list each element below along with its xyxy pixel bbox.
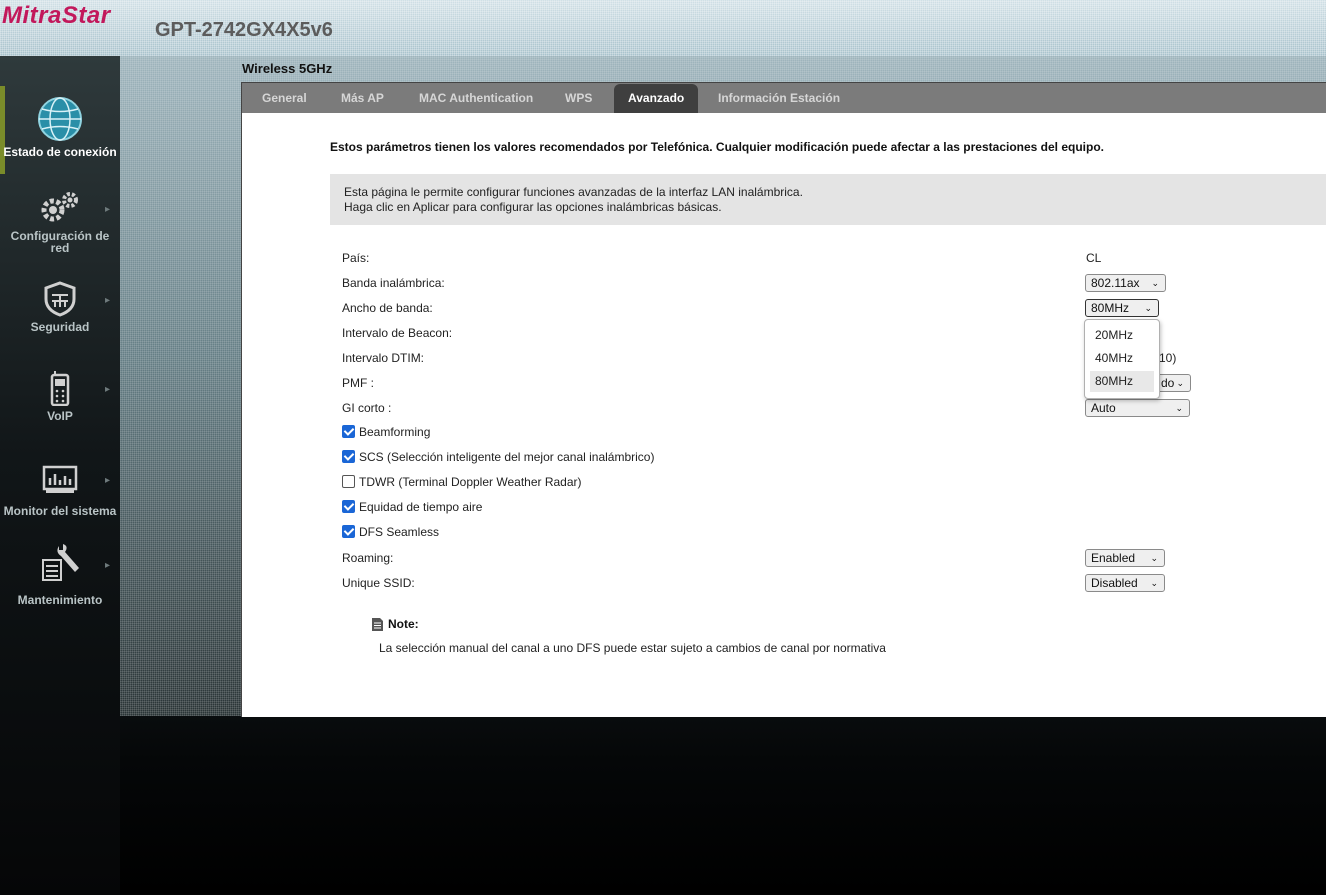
dropdown-option-20mhz[interactable]: 20MHz: [1090, 325, 1154, 346]
gi-select[interactable]: Auto ⌄: [1085, 399, 1190, 417]
scs-checkbox[interactable]: SCS (Selección inteligente del mejor can…: [342, 450, 654, 464]
dfs-seamless-checkbox[interactable]: DFS Seamless: [342, 525, 439, 539]
tab-wps[interactable]: WPS: [551, 83, 606, 114]
tab-mas-ap[interactable]: Más AP: [327, 83, 398, 114]
tab-informacion-estacion[interactable]: Información Estación: [704, 83, 854, 114]
note-icon: [372, 618, 383, 631]
dtim-range-fragment: 10): [1159, 351, 1177, 365]
page-title: Wireless 5GHz: [242, 61, 333, 76]
chevron-right-icon: ▸: [104, 560, 110, 571]
sidebar-item-label: Monitor del sistema: [3, 504, 117, 518]
monitor-icon: [42, 465, 78, 493]
sidebar-item-seguridad[interactable]: ▸ Seguridad: [0, 281, 120, 333]
roaming-select-value: Enabled: [1091, 551, 1136, 565]
chevron-down-icon: ⌄: [1150, 578, 1158, 588]
chevron-down-icon: ⌄: [1151, 278, 1159, 288]
banda-select[interactable]: 802.11ax ⌄: [1085, 274, 1166, 292]
ancho-select[interactable]: 80MHz ⌄: [1085, 299, 1159, 317]
banda-label: Banda inalámbrica:: [342, 276, 445, 290]
sidebar-item-label: Configuración de red: [10, 229, 110, 255]
ancho-select-value: 80MHz: [1091, 301, 1130, 315]
pais-label: País:: [342, 251, 370, 265]
ancho-dropdown-menu: 20MHz 40MHz 80MHz: [1084, 319, 1160, 399]
info-line: Esta página le permite configurar funcio…: [344, 185, 803, 199]
checkbox-label: Equidad de tiempo aire: [359, 500, 483, 514]
note-text: La selección manual del canal a uno DFS …: [379, 641, 886, 655]
chevron-down-icon: ⌄: [1144, 303, 1152, 313]
dropdown-option-40mhz[interactable]: 40MHz: [1090, 348, 1154, 369]
chevron-right-icon: ▸: [104, 384, 110, 395]
unique-ssid-select[interactable]: Disabled ⌄: [1085, 574, 1165, 592]
checkbox-label: SCS (Selección inteligente del mejor can…: [359, 450, 655, 464]
info-box: Esta página le permite configurar funcio…: [330, 174, 1326, 225]
gi-label: GI corto :: [342, 401, 392, 415]
wrench-icon: [42, 544, 79, 581]
chevron-down-icon: ⌄: [1176, 378, 1184, 388]
globe-icon: [38, 97, 82, 141]
chevron-right-icon: ▸: [104, 295, 110, 306]
brand-logo: MitraStar: [2, 2, 111, 29]
device-model: GPT-2742GX4X5v6: [155, 19, 333, 41]
pmf-select-value-fragment: do: [1161, 376, 1175, 390]
shield-icon: [44, 281, 76, 317]
beacon-label: Intervalo de Beacon:: [342, 326, 453, 340]
checkbox-unchecked[interactable]: [342, 475, 355, 488]
gi-select-value: Auto: [1091, 401, 1116, 415]
checkbox-checked[interactable]: [342, 525, 355, 538]
sidebar-item-voip[interactable]: ▸ VoIP: [0, 370, 120, 422]
unique-ssid-select-value: Disabled: [1091, 576, 1138, 590]
sidebar-item-mantenimiento[interactable]: ▸ Mantenimiento: [0, 542, 120, 606]
beamforming-checkbox[interactable]: Beamforming: [342, 425, 430, 439]
sidebar-item-label: VoIP: [47, 409, 73, 423]
phone-icon: [50, 371, 70, 406]
chevron-right-icon: ▸: [104, 204, 110, 215]
gears-icon: [41, 192, 78, 222]
dropdown-option-80mhz[interactable]: 80MHz: [1090, 371, 1154, 392]
tab-bar: General Más AP MAC Authentication WPS Av…: [241, 82, 1326, 114]
tab-avanzado[interactable]: Avanzado: [614, 84, 699, 114]
dtim-label: Intervalo DTIM:: [342, 351, 425, 365]
checkbox-checked[interactable]: [342, 450, 355, 463]
tdwr-checkbox[interactable]: TDWR (Terminal Doppler Weather Radar): [342, 475, 582, 489]
info-line: Haga clic en Aplicar para configurar las…: [344, 200, 722, 214]
checkbox-label: TDWR (Terminal Doppler Weather Radar): [359, 475, 582, 489]
sidebar-item-monitor[interactable]: ▸ Monitor del sistema: [0, 461, 120, 517]
checkbox-label: Beamforming: [359, 425, 431, 439]
chevron-down-icon: ⌄: [1175, 403, 1183, 413]
checkbox-checked[interactable]: [342, 425, 355, 438]
sidebar-item-estado[interactable]: Estado de conexión: [0, 96, 120, 158]
checkbox-label: DFS Seamless: [359, 525, 440, 539]
ancho-label: Ancho de banda:: [342, 301, 433, 315]
settings-panel: Estos parámetros tienen los valores reco…: [241, 113, 1326, 717]
unique-ssid-label: Unique SSID:: [342, 576, 415, 590]
pais-value: CL: [1086, 251, 1102, 265]
roaming-select[interactable]: Enabled ⌄: [1085, 549, 1165, 567]
pmf-label: PMF :: [342, 376, 374, 390]
tab-mac-authentication[interactable]: MAC Authentication: [405, 83, 547, 114]
checkbox-checked[interactable]: [342, 500, 355, 513]
sidebar-item-label: Seguridad: [30, 320, 90, 334]
sidebar-item-label: Mantenimiento: [17, 593, 103, 607]
note-title: Note:: [388, 617, 419, 631]
sidebar: Estado de conexión ▸ Configuración de re…: [0, 56, 120, 895]
tab-general[interactable]: General: [248, 83, 321, 114]
airtime-fairness-checkbox[interactable]: Equidad de tiempo aire: [342, 500, 482, 514]
roaming-label: Roaming:: [342, 551, 394, 565]
notice-text: Estos parámetros tienen los valores reco…: [330, 140, 1105, 154]
chevron-down-icon: ⌄: [1150, 553, 1158, 563]
chevron-right-icon: ▸: [104, 475, 110, 486]
sidebar-item-configuracion[interactable]: ▸ Configuración de red: [0, 190, 120, 254]
sidebar-item-label: Estado de conexión: [3, 145, 117, 159]
banda-select-value: 802.11ax: [1091, 276, 1140, 290]
